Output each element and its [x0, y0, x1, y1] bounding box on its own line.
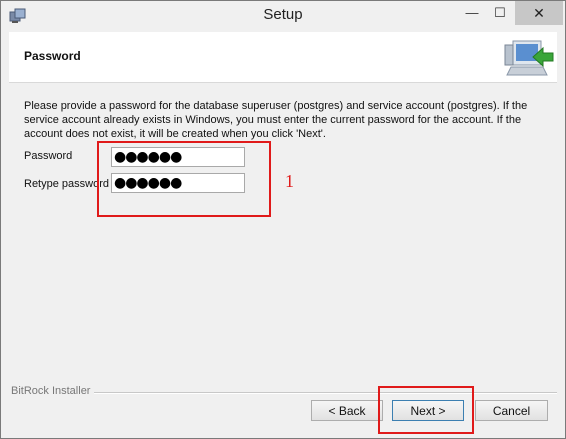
minimize-button[interactable]: —	[459, 1, 485, 25]
content-panel: Please provide a password for the databa…	[9, 83, 557, 383]
back-button[interactable]: < Back	[311, 400, 383, 421]
description-text: Please provide a password for the databa…	[24, 100, 528, 140]
page-header: Password	[9, 32, 557, 83]
annotation-number: 1	[285, 171, 294, 191]
password-label: Password	[24, 150, 73, 162]
annotation-box-fields	[97, 141, 271, 217]
computer-arrow-icon	[504, 40, 554, 76]
title-bar: Setup — ☐ ✕	[1, 1, 565, 31]
setup-window: Setup — ☐ ✕ Password Please provide a pa…	[0, 0, 566, 439]
maximize-button[interactable]: ☐	[487, 1, 513, 25]
page-title: Password	[24, 49, 81, 63]
annotation-box-next	[378, 386, 474, 434]
cancel-button[interactable]: Cancel	[475, 400, 548, 421]
installer-brand-label: BitRock Installer	[11, 385, 95, 397]
footer-divider	[93, 392, 557, 394]
close-button[interactable]: ✕	[515, 1, 563, 25]
